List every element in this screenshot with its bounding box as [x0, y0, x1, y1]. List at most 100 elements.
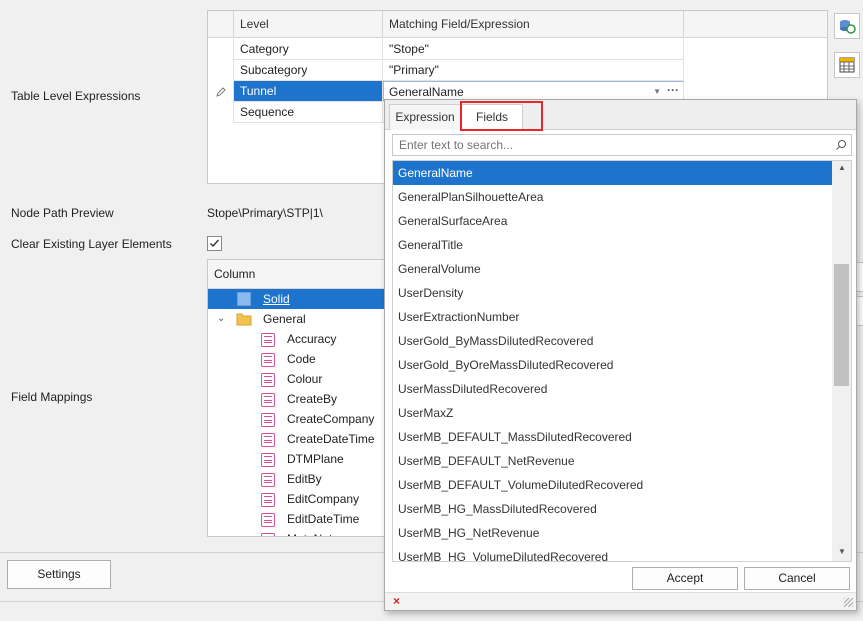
- tree-field-row[interactable]: DTMPlane: [208, 449, 386, 469]
- field-list-scrollbar[interactable]: ▲ ▼: [832, 161, 851, 561]
- close-icon[interactable]: ×: [393, 593, 400, 610]
- field-list-item[interactable]: UserGold_ByMassDilutedRecovered: [393, 329, 832, 353]
- tree-field-row[interactable]: EditCompany: [208, 489, 386, 509]
- table-grid-icon: [839, 57, 855, 73]
- ellipsis-button[interactable]: ···: [667, 80, 679, 100]
- clear-existing-checkbox[interactable]: [207, 236, 222, 251]
- expression-cell[interactable]: "Primary": [383, 60, 684, 81]
- field-icon: [261, 352, 275, 367]
- general-group-label[interactable]: General: [263, 309, 306, 329]
- field-list-item[interactable]: UserMB_HG_VolumeDilutedRecovered: [393, 545, 832, 561]
- field-search-input[interactable]: [393, 135, 823, 155]
- cancel-button[interactable]: Cancel: [744, 567, 850, 590]
- tree-field-label[interactable]: Accuracy: [287, 332, 336, 346]
- tree-field-label[interactable]: CreateBy: [287, 392, 337, 406]
- fields-tab-highlight: [460, 101, 543, 131]
- grid-row-category[interactable]: Category "Stope": [208, 39, 684, 60]
- field-icon: [261, 452, 275, 467]
- field-list-item[interactable]: UserDensity: [393, 281, 832, 305]
- tab-expression[interactable]: Expression: [389, 104, 461, 130]
- field-icon: [261, 512, 275, 527]
- field-icon: [261, 432, 275, 447]
- grid-header: Level Matching Field/Expression: [208, 11, 827, 38]
- field-list-item[interactable]: UserMB_DEFAULT_MassDilutedRecovered: [393, 425, 832, 449]
- tree-field-row[interactable]: MetaNotes: [208, 529, 386, 536]
- field-list-item[interactable]: UserExtractionNumber: [393, 305, 832, 329]
- field-list: GeneralName GeneralPlanSilhouetteArea Gene…: [392, 160, 852, 562]
- field-list-item[interactable]: UserMaxZ: [393, 401, 832, 425]
- tree-field-row[interactable]: CreateBy: [208, 389, 386, 409]
- tree-row-solid[interactable]: Solid: [208, 289, 386, 309]
- node-path-preview-value: Stope\Primary\STP|1\: [207, 206, 323, 220]
- search-icon[interactable]: [835, 139, 847, 151]
- tree-row-general[interactable]: ⌄ General: [208, 309, 386, 329]
- tree-field-label[interactable]: CreateDateTime: [287, 432, 375, 446]
- tree-field-row[interactable]: Accuracy: [208, 329, 386, 349]
- tree-field-label[interactable]: Colour: [287, 372, 322, 386]
- tree-field-label[interactable]: MetaNotes: [287, 532, 345, 536]
- field-icon: [261, 332, 275, 347]
- field-list-item[interactable]: GeneralPlanSilhouetteArea: [393, 185, 832, 209]
- field-icon: [261, 532, 275, 536]
- tree-field-label[interactable]: CreateCompany: [287, 412, 374, 426]
- field-icon: [261, 392, 275, 407]
- expression-builder-button[interactable]: [834, 13, 860, 39]
- field-list-item[interactable]: UserGold_ByOreMassDilutedRecovered: [393, 353, 832, 377]
- column-tree-header[interactable]: Column: [208, 260, 386, 289]
- tree-field-row[interactable]: EditBy: [208, 469, 386, 489]
- tree-field-row[interactable]: Code: [208, 349, 386, 369]
- popup-tab-bar: Expression Fields: [385, 100, 856, 130]
- field-list-item[interactable]: UserMB_HG_MassDilutedRecovered: [393, 497, 832, 521]
- pencil-icon: [216, 87, 226, 97]
- table-level-expressions-label: Table Level Expressions: [11, 89, 141, 103]
- field-icon: [261, 412, 275, 427]
- tree-field-label[interactable]: EditBy: [287, 472, 322, 486]
- field-list-item[interactable]: UserMB_DEFAULT_NetRevenue: [393, 449, 832, 473]
- database-refresh-icon: [840, 20, 856, 34]
- table-view-button[interactable]: [834, 52, 860, 78]
- field-list-item[interactable]: GeneralVolume: [393, 257, 832, 281]
- field-list-item[interactable]: GeneralName: [393, 161, 832, 185]
- solid-icon: [237, 292, 251, 306]
- field-list-item[interactable]: UserMB_HG_NetRevenue: [393, 521, 832, 545]
- field-list-item[interactable]: GeneralTitle: [393, 233, 832, 257]
- field-rows: GeneralName GeneralPlanSilhouetteArea Gene…: [393, 161, 832, 561]
- scrollbar-thumb[interactable]: [834, 264, 849, 386]
- field-icon: [261, 492, 275, 507]
- solid-label[interactable]: Solid: [263, 289, 290, 309]
- expression-column-header[interactable]: Matching Field/Expression: [383, 11, 684, 38]
- level-cell[interactable]: Sequence: [234, 102, 383, 123]
- expression-cell[interactable]: "Stope": [383, 39, 684, 60]
- chevron-down-icon[interactable]: ⌄: [217, 309, 225, 329]
- scroll-down-icon[interactable]: ▼: [838, 547, 846, 556]
- popup-footer: ×: [385, 592, 856, 610]
- field-list-item[interactable]: UserMB_DEFAULT_VolumeDilutedRecovered: [393, 473, 832, 497]
- tree-field-label[interactable]: EditDateTime: [287, 512, 359, 526]
- field-picker-popup: Expression Fields GeneralNameGeneralPlan…: [384, 99, 857, 611]
- tree-field-label[interactable]: DTMPlane: [287, 452, 344, 466]
- level-column-header[interactable]: Level: [234, 11, 383, 38]
- tree-field-row[interactable]: EditDateTime: [208, 509, 386, 529]
- tree-field-label[interactable]: EditCompany: [287, 492, 359, 506]
- tree-field-row[interactable]: CreateCompany: [208, 409, 386, 429]
- node-path-preview-label: Node Path Preview: [11, 206, 114, 220]
- tree-field-row[interactable]: CreateDateTime: [208, 429, 386, 449]
- column-tree: Column Solid ⌄ General Accuracy Code Colou…: [207, 259, 387, 537]
- field-list-item[interactable]: GeneralSurfaceArea: [393, 209, 832, 233]
- resize-grip-icon[interactable]: [844, 598, 853, 607]
- field-icon: [261, 372, 275, 387]
- field-list-item[interactable]: UserMassDilutedRecovered: [393, 377, 832, 401]
- level-cell[interactable]: Category: [234, 39, 383, 60]
- level-cell[interactable]: Tunnel: [234, 81, 383, 102]
- settings-button[interactable]: Settings: [7, 560, 111, 589]
- level-cell[interactable]: Subcategory: [234, 60, 383, 81]
- accept-button[interactable]: Accept: [632, 567, 738, 590]
- field-search-box[interactable]: [392, 134, 852, 156]
- checkmark-icon: [210, 239, 220, 248]
- folder-icon: [236, 313, 252, 326]
- field-mappings-label: Field Mappings: [11, 390, 93, 404]
- grid-row-subcategory[interactable]: Subcategory "Primary": [208, 60, 684, 81]
- scroll-up-icon[interactable]: ▲: [838, 163, 846, 172]
- tree-field-label[interactable]: Code: [287, 352, 316, 366]
- tree-field-row[interactable]: Colour: [208, 369, 386, 389]
